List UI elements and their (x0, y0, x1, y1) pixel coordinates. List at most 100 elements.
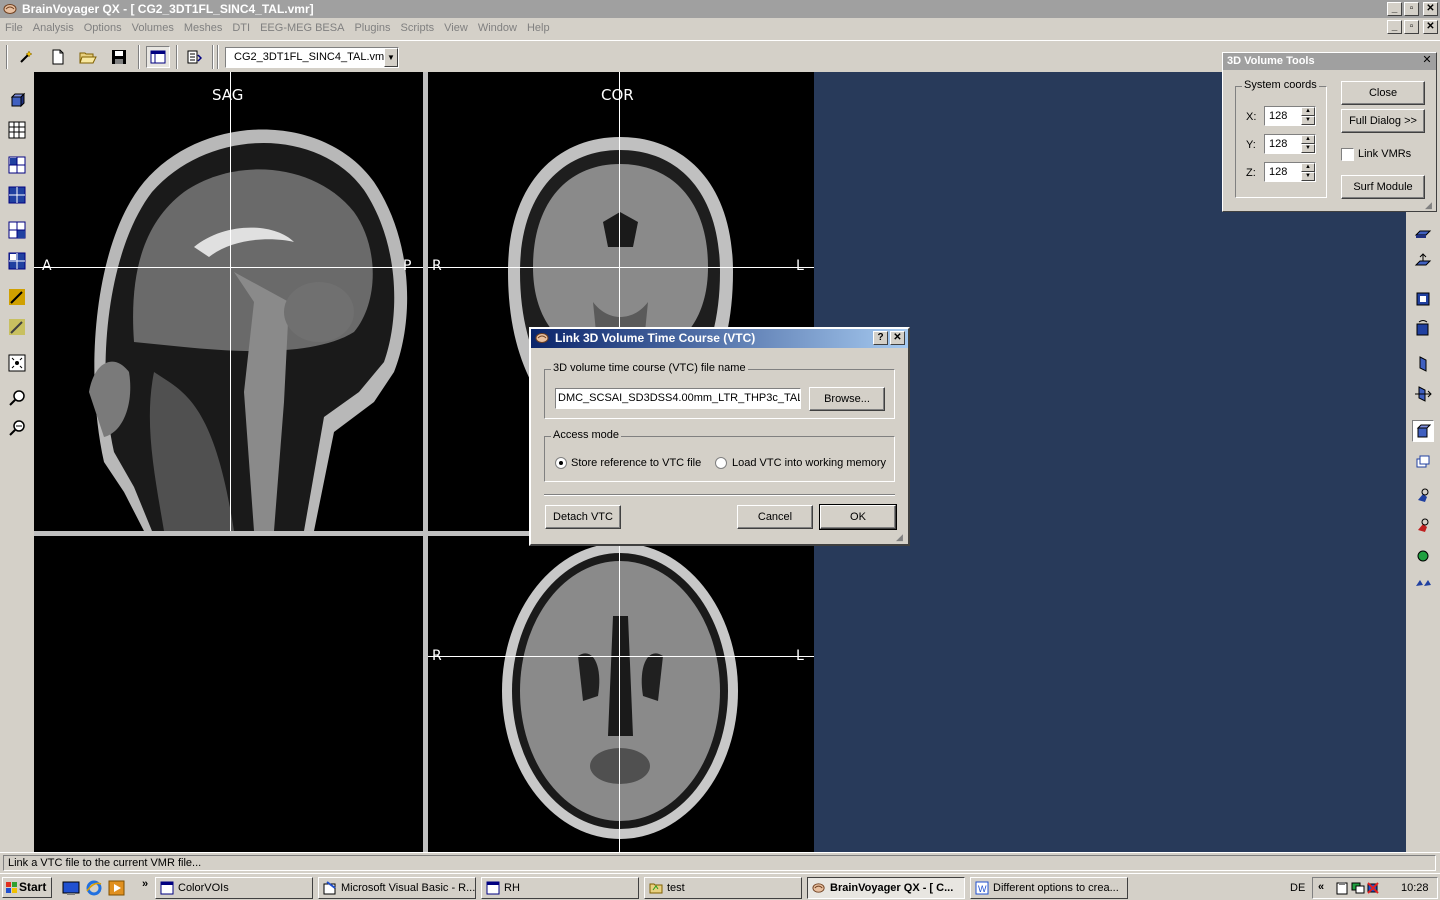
media-player-icon[interactable] (108, 879, 126, 897)
system-coords-label: System coords (1242, 79, 1319, 91)
quicklaunch-more-icon[interactable]: » (142, 878, 148, 890)
green-object-icon[interactable] (1412, 545, 1434, 567)
resize-grip-icon[interactable]: ◢ (1425, 200, 1435, 210)
layout-4-icon[interactable] (6, 250, 28, 272)
z-up-icon[interactable]: ▲ (1301, 163, 1315, 172)
task-rh[interactable]: RH (481, 877, 639, 899)
layout-3-icon[interactable] (6, 219, 28, 241)
grid-icon[interactable] (6, 119, 28, 141)
x-up-icon[interactable]: ▲ (1301, 107, 1315, 116)
help-button[interactable]: ? (873, 331, 888, 345)
menu-analysis[interactable]: Analysis (28, 18, 79, 38)
multi-volume-icon[interactable] (1412, 450, 1434, 472)
menu-help[interactable]: Help (522, 18, 555, 38)
crosshair-icon[interactable] (6, 352, 28, 374)
close-icon[interactable]: ✕ (1421, 55, 1433, 67)
link-objects-icon[interactable] (1412, 573, 1434, 595)
dialog-close-button[interactable]: ✕ (890, 331, 905, 345)
task-test[interactable]: test (644, 877, 802, 899)
open-folder-icon[interactable] (76, 46, 100, 68)
task-brainvoyager[interactable]: BrainVoyager QX - [ C... (807, 877, 965, 899)
coronal-crosshair-h (428, 267, 814, 268)
restore-button[interactable]: ▫ (1404, 2, 1419, 16)
detach-vtc-button[interactable]: Detach VTC (545, 505, 621, 529)
document-list-icon[interactable] (182, 46, 206, 68)
hand-tool-2-icon[interactable] (1412, 515, 1434, 537)
cube-rotate-icon[interactable] (1412, 317, 1434, 339)
internet-explorer-icon[interactable] (85, 879, 103, 897)
sagittal-view[interactable]: SAG A P (34, 72, 423, 531)
paint-tool-icon[interactable] (6, 286, 28, 308)
empty-view[interactable] (34, 536, 423, 852)
document-select[interactable]: CG2_3DT1FL_SINC4_TAL.vmr ▼ (225, 47, 399, 68)
store-reference-radio[interactable] (555, 457, 567, 469)
wizard-icon[interactable] (14, 46, 38, 68)
flip-view-icon[interactable] (1412, 383, 1434, 405)
tray-expand-icon[interactable]: « (1318, 881, 1324, 893)
z-coord-stepper[interactable]: 128 ▲ ▼ (1264, 162, 1316, 182)
menu-window[interactable]: Window (473, 18, 522, 38)
menu-scripts[interactable]: Scripts (396, 18, 440, 38)
side-view-icon[interactable] (1412, 353, 1434, 375)
move-slice-icon[interactable] (1412, 251, 1434, 273)
chevron-down-icon[interactable]: ▼ (384, 48, 398, 67)
window-icon (486, 881, 500, 895)
x-down-icon[interactable]: ▼ (1301, 116, 1315, 125)
child-minimize-button[interactable]: _ (1387, 20, 1402, 34)
y-up-icon[interactable]: ▲ (1301, 135, 1315, 144)
taskbar: Start » ColorVOIs Microsoft Visual Basic… (0, 873, 1440, 900)
z-down-icon[interactable]: ▼ (1301, 172, 1315, 181)
network-disconnected-icon[interactable] (1366, 881, 1380, 895)
close-button[interactable]: ✕ (1423, 2, 1438, 16)
volume-tools-close-button[interactable]: Close (1341, 81, 1425, 105)
brush-tool-icon[interactable] (6, 316, 28, 338)
start-button[interactable]: Start (2, 877, 52, 898)
y-coord-stepper[interactable]: 128 ▲ ▼ (1264, 134, 1316, 154)
new-file-icon[interactable] (46, 46, 70, 68)
show-desktop-icon[interactable] (62, 879, 80, 897)
menu-plugins[interactable]: Plugins (349, 18, 395, 38)
menu-view[interactable]: View (439, 18, 473, 38)
window-layout-icon[interactable] (146, 46, 170, 68)
layout-1-icon[interactable] (6, 154, 28, 176)
y-down-icon[interactable]: ▼ (1301, 144, 1315, 153)
full-dialog-button[interactable]: Full Dialog >> (1341, 109, 1425, 133)
vtc-file-name-input[interactable]: DMC_SCSAI_SD3DSS4.00mm_LTR_THP3c_TAL.vtc (555, 388, 801, 409)
load-memory-radio[interactable] (715, 457, 727, 469)
menu-meshes[interactable]: Meshes (179, 18, 228, 38)
menu-volumes[interactable]: Volumes (127, 18, 179, 38)
menu-options[interactable]: Options (79, 18, 127, 38)
zoom-out-icon[interactable] (6, 417, 28, 439)
task-colorvois[interactable]: ColorVOIs (155, 877, 313, 899)
save-icon[interactable] (107, 46, 131, 68)
3d-volume-icon[interactable] (6, 89, 28, 111)
minimize-button[interactable]: _ (1387, 2, 1402, 16)
language-indicator[interactable]: DE (1290, 882, 1305, 894)
menu-dti[interactable]: DTI (227, 18, 255, 38)
x-coord-stepper[interactable]: 128 ▲ ▼ (1264, 106, 1316, 126)
menu-eeg-meg-besa[interactable]: EEG-MEG BESA (255, 18, 349, 38)
browse-button[interactable]: Browse... (809, 387, 885, 411)
axial-view[interactable]: R L (428, 536, 814, 852)
slice-plane-icon[interactable] (1412, 223, 1434, 245)
child-close-button[interactable]: ✕ (1423, 20, 1438, 34)
network-icon[interactable] (1351, 881, 1365, 895)
zoom-in-icon[interactable] (6, 387, 28, 409)
task-word-document[interactable]: W Different options to crea... (970, 877, 1128, 899)
task-visual-basic[interactable]: Microsoft Visual Basic - R... (318, 877, 476, 899)
layout-2-icon[interactable] (6, 184, 28, 206)
hand-tool-1-icon[interactable] (1412, 485, 1434, 507)
clipboard-icon[interactable] (1335, 881, 1349, 895)
link-vmrs-checkbox[interactable] (1341, 148, 1354, 161)
menu-file[interactable]: File (0, 18, 28, 38)
window-icon (160, 881, 174, 895)
cancel-button[interactable]: Cancel (737, 505, 813, 529)
surf-module-button[interactable]: Surf Module (1341, 175, 1425, 199)
ok-button[interactable]: OK (819, 504, 897, 530)
view-splitter-vertical[interactable] (423, 72, 428, 852)
child-restore-button[interactable]: ▫ (1404, 20, 1419, 34)
cube-front-icon[interactable] (1412, 288, 1434, 310)
volume-box-icon[interactable] (1412, 420, 1434, 442)
resize-grip-icon[interactable]: ◢ (896, 532, 906, 542)
word-icon: W (975, 881, 989, 895)
